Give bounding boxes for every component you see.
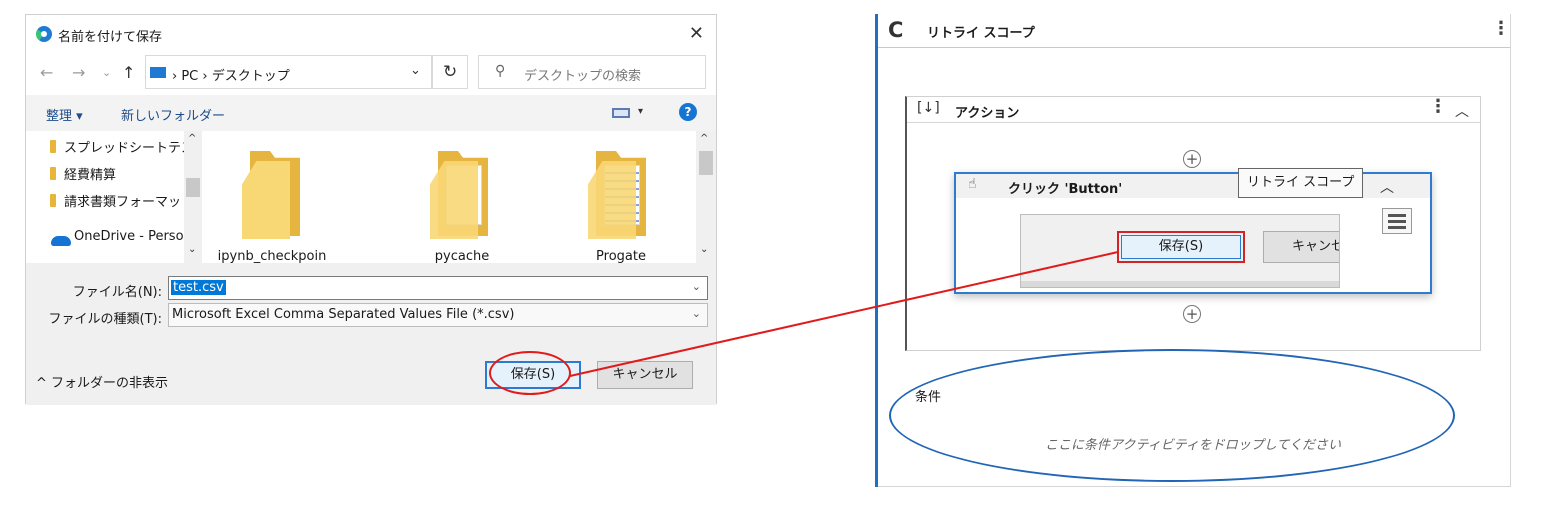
more-options-icon[interactable]: ⋮	[1429, 96, 1447, 117]
organize-button[interactable]: 整理 ▾	[46, 105, 83, 124]
retry-scope-header: C リトライ スコープ ⋮	[878, 14, 1510, 48]
click-activity-card[interactable]: ☝ クリック 'Button' ⋮ ︿ リトライ スコープ 保存(S) キャンセ	[954, 168, 1432, 294]
hide-folders-toggle[interactable]: ^ フォルダーの非表示	[36, 372, 168, 391]
scroll-down-icon[interactable]: ⌄	[700, 244, 708, 255]
filename-value: test.csv	[171, 280, 226, 295]
nav-item-label: 請求書類フォーマッ	[64, 195, 182, 210]
action-header: [↓] アクション ⋮ ︿	[907, 96, 1480, 123]
target-screenshot-preview: 保存(S) キャンセ	[1020, 214, 1340, 288]
address-dropdown-icon[interactable]: ⌄	[410, 63, 421, 78]
action-title: アクション	[955, 106, 1020, 121]
retry-scope-title: リトライ スコープ	[927, 26, 1035, 41]
preview-cancel-button: キャンセ	[1263, 231, 1339, 263]
folder-icon	[50, 140, 56, 153]
search-placeholder: デスクトップの検索	[524, 69, 642, 84]
scroll-thumb[interactable]	[699, 151, 713, 175]
nav-item-label: スプレッドシートテス	[64, 141, 195, 156]
retry-icon: C	[888, 18, 904, 42]
recent-locations-icon[interactable]: ⌄	[102, 66, 111, 79]
dialog-titlebar: 名前を付けて保存 ✕	[26, 15, 716, 51]
tooltip: リトライ スコープ	[1238, 168, 1364, 198]
nav-item-spreadsheet-test[interactable]: スプレッドシートテス	[50, 137, 195, 156]
chevron-down-icon[interactable]: ⌄	[692, 307, 701, 320]
filename-label: ファイル名(N):	[72, 285, 162, 300]
scroll-thumb[interactable]	[186, 178, 200, 197]
up-arrow-icon[interactable]: ↑	[122, 63, 135, 82]
nav-item-invoice-format[interactable]: 請求書類フォーマッ	[50, 191, 182, 210]
filetype-label: ファイルの種類(T):	[48, 312, 162, 327]
command-bar: 整理 ▾ 新しいフォルダー ▾ ?	[26, 95, 716, 131]
search-icon: ⚲	[495, 63, 506, 79]
scroll-up-icon[interactable]: ^	[700, 133, 708, 144]
action-sequence-icon: [↓]	[917, 100, 940, 116]
folder-icon	[50, 167, 56, 180]
click-cursor-icon: ☝	[968, 176, 977, 192]
save-as-dialog: 名前を付けて保存 ✕ ← → ⌄ ↑ › PC › デスクトップ ⌄ ↻ ⚲ デ…	[25, 14, 717, 405]
collapse-icon[interactable]: ︿	[1380, 177, 1394, 197]
more-options-icon[interactable]: ⋮	[1492, 18, 1510, 39]
pc-icon	[150, 67, 166, 78]
navigation-bar: ← → ⌄ ↑ › PC › デスクトップ ⌄ ↻ ⚲ デスクトップの検索	[26, 53, 716, 93]
chevron-down-icon[interactable]: ⌄	[692, 280, 701, 293]
folder-icon[interactable]	[586, 151, 648, 241]
filetype-value: Microsoft Excel Comma Separated Values F…	[172, 307, 515, 322]
close-icon[interactable]: ✕	[689, 23, 704, 44]
file-name[interactable]: ipynb_checkpoin	[212, 249, 332, 263]
address-bar[interactable]: › PC › デスクトップ ⌄	[145, 55, 432, 89]
scroll-up-icon[interactable]: ^	[188, 133, 196, 144]
click-activity-title: クリック 'Button'	[1008, 182, 1123, 197]
nav-item-label: 経費精算	[64, 168, 117, 183]
help-icon[interactable]: ?	[679, 103, 697, 121]
collapse-icon[interactable]: ︿	[1455, 101, 1469, 121]
back-arrow-icon[interactable]: ←	[40, 63, 53, 82]
scope-left-border	[875, 14, 878, 487]
nav-item-onedrive[interactable]: OneDrive - Person	[74, 229, 192, 244]
folder-icon[interactable]	[240, 151, 302, 241]
navigation-pane: スプレッドシートテス 経費精算 請求書類フォーマッ OneDrive - Per…	[26, 131, 202, 263]
nav-item-expense[interactable]: 経費精算	[50, 164, 117, 183]
search-input[interactable]: ⚲ デスクトップの検索	[478, 55, 706, 89]
new-folder-button[interactable]: 新しいフォルダー	[121, 105, 225, 124]
preview-save-button: 保存(S)	[1117, 231, 1245, 263]
action-container: [↓] アクション ⋮ ︿ + ☝ クリック 'Button' ⋮ ︿ リトライ…	[905, 96, 1481, 351]
menu-icon[interactable]	[1382, 208, 1412, 234]
view-dropdown-icon[interactable]: ▾	[638, 106, 643, 117]
address-path: › PC › デスクトップ	[172, 69, 290, 84]
forward-arrow-icon[interactable]: →	[72, 63, 85, 82]
edge-browser-icon	[36, 26, 52, 42]
nav-pane-scrollbar[interactable]: ^ ⌄	[184, 131, 202, 263]
filename-field[interactable]: test.csv ⌄	[168, 276, 708, 300]
save-form: ファイル名(N): test.csv ⌄ ファイルの種類(T): Microso…	[26, 263, 716, 405]
add-activity-icon[interactable]: +	[1183, 305, 1201, 323]
dialog-title: 名前を付けて保存	[58, 30, 163, 45]
add-activity-icon[interactable]: +	[1183, 150, 1201, 168]
view-options-icon[interactable]	[612, 108, 630, 118]
refresh-icon: ↻	[443, 62, 458, 82]
onedrive-cloud-icon	[51, 236, 71, 246]
condition-highlight-ellipse	[889, 349, 1455, 482]
cancel-button[interactable]: キャンセル	[597, 361, 693, 389]
file-name[interactable]: Progate	[561, 249, 681, 263]
scroll-down-icon[interactable]: ⌄	[188, 244, 196, 255]
file-list-scrollbar[interactable]: ^ ⌄	[696, 131, 716, 263]
file-list: ipynb_checkpoin pycache Progate	[202, 131, 696, 263]
save-highlight-ellipse	[489, 351, 571, 395]
file-name[interactable]: pycache	[402, 249, 522, 263]
refresh-button[interactable]: ↻	[432, 55, 468, 89]
filetype-select[interactable]: Microsoft Excel Comma Separated Values F…	[168, 303, 708, 327]
folder-icon	[50, 194, 56, 207]
folder-icon[interactable]	[428, 151, 490, 241]
